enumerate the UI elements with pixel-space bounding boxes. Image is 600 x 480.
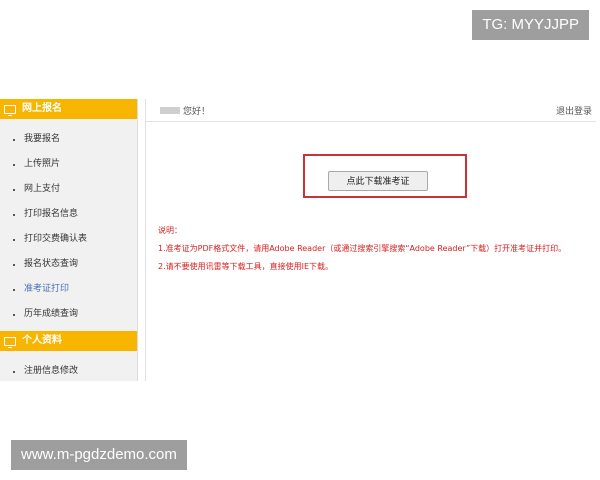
main-panel: 您好！ 退出登录 点此下载准考证 说明： 1.准考证为PDF格式文件，请用Ado… — [145, 99, 596, 381]
greeting: 您好！ — [183, 107, 211, 117]
watermark-bottom: www.m-pgdzdemo.com — [11, 440, 187, 470]
section-title: 网上报名 — [22, 103, 62, 114]
instruction-line-2: 2.请不要使用讯雷等下载工具，直接使用IE下载。 — [158, 262, 334, 271]
sidebar-item-print-registration[interactable]: 打印报名信息 — [0, 202, 138, 227]
sidebar-section-online-registration: 网上报名 — [0, 99, 138, 119]
download-admission-ticket-button[interactable]: 点此下载准考证 — [328, 171, 428, 191]
instructions: 说明： 1.准考证为PDF格式文件，请用Adobe Reader（或通过搜索引擎… — [158, 222, 566, 276]
sidebar-item-edit-registration-info[interactable]: 注册信息修改 — [0, 359, 138, 384]
section-title: 个人资料 — [22, 335, 62, 346]
sidebar-item-upload-photo[interactable]: 上传照片 — [0, 152, 138, 177]
user-name-redacted — [160, 107, 180, 114]
instruction-line-1: 1.准考证为PDF格式文件，请用Adobe Reader（或通过搜索引擎搜索“A… — [158, 244, 567, 253]
logout-link[interactable]: 退出登录 — [556, 104, 592, 117]
watermark-top: TG: MYYJJPP — [472, 10, 589, 40]
sidebar-item-register[interactable]: 我要报名 — [0, 127, 138, 152]
sidebar: 网上报名 我要报名 上传照片 网上支付 打印报名信息 打印交费确认表 报名状态查… — [0, 99, 138, 381]
sidebar-section-personal-info: 个人资料 — [0, 331, 138, 351]
sidebar-item-print-payment-confirmation[interactable]: 打印交费确认表 — [0, 227, 138, 252]
sidebar-item-score-history[interactable]: 历年成绩查询 — [0, 302, 138, 327]
id-card-icon — [4, 336, 16, 348]
sidebar-item-online-payment[interactable]: 网上支付 — [0, 177, 138, 202]
instructions-title: 说明： — [158, 226, 182, 235]
sidebar-item-registration-status[interactable]: 报名状态查询 — [0, 252, 138, 277]
sidebar-item-print-admission-ticket[interactable]: 准考证打印 — [0, 277, 138, 302]
monitor-icon — [4, 104, 16, 116]
top-bar: 您好！ 退出登录 — [146, 99, 596, 122]
